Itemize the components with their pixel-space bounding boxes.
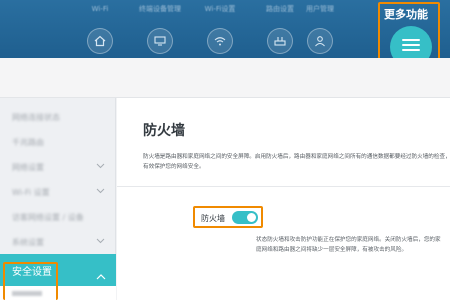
nav-item-home[interactable]: Wi-Fi <box>70 2 130 58</box>
sidebar-item-label: 系统设置 <box>12 238 44 247</box>
sidebar: 网络连接状态 千兆路由 网络设置 Wi-Fi 设置 访客网络设置 / 设备 系统… <box>0 98 116 300</box>
sidebar-item-system-settings[interactable]: 系统设置 <box>0 231 115 254</box>
sidebar-item-label: 网络连接状态 <box>12 113 60 122</box>
user-icon <box>307 28 333 54</box>
sidebar-item-guest-network[interactable]: 访客网络设置 / 设备 <box>0 206 115 229</box>
divider <box>117 186 450 187</box>
sidebar-item-label: 安全设置 <box>12 266 52 278</box>
sidebar-item-network-status[interactable]: 网络连接状态 <box>0 106 115 129</box>
firewall-toggle[interactable] <box>232 211 258 224</box>
firewall-description: 防火墙是路由器和家庭网络之间的安全屏障。启用防火墙后，路由器和家庭网络之间所有的… <box>143 154 450 170</box>
sidebar-subitem-label <box>12 291 42 296</box>
sidebar-item-label: 千兆路由 <box>12 138 44 147</box>
more-functions-label: 更多功能 <box>384 8 428 21</box>
chevron-down-icon <box>96 187 105 196</box>
nav-label: Wi-Fi <box>91 5 109 13</box>
sidebar-item-wifi-settings[interactable]: Wi-Fi 设置 <box>0 181 115 204</box>
sidebar-item-label: 访客网络设置 / 设备 <box>12 213 84 222</box>
nav-label: 终端设备管理 <box>139 5 181 13</box>
sidebar-item-network-settings[interactable]: 网络设置 <box>0 156 115 179</box>
sub-header-band <box>0 58 450 98</box>
main-panel: 防火墙 防火墙是路由器和家庭网络之间的安全屏障。启用防火墙后，路由器和家庭网络之… <box>117 98 450 300</box>
chevron-down-icon <box>96 237 105 246</box>
chevron-up-icon <box>96 265 106 284</box>
nav-item-user[interactable]: 用户管理 <box>290 2 350 58</box>
nav-label: Wi-Fi设置 <box>204 5 236 13</box>
chevron-down-icon <box>96 162 105 171</box>
firewall-toggle-highlight: 防火墙 <box>193 206 263 228</box>
devices-icon <box>147 28 173 54</box>
nav-label: 用户管理 <box>306 5 334 13</box>
sidebar-subitem[interactable] <box>0 286 116 300</box>
firewall-toggle-label: 防火墙 <box>201 214 225 223</box>
sidebar-item-gigabit[interactable]: 千兆路由 <box>0 131 115 154</box>
wifi-icon <box>207 28 233 54</box>
nav-item-wifi[interactable]: Wi-Fi设置 <box>190 2 250 58</box>
page-title: 防火墙 <box>143 123 185 139</box>
nav-item-devices[interactable]: 终端设备管理 <box>130 2 190 58</box>
firewall-status-text: 状态防火墙和攻击防护功能正在保护您的家庭网络。关闭防火墙后，您的家庭网络和路由器… <box>256 237 441 253</box>
sidebar-item-security-settings[interactable]: 安全设置 <box>0 254 116 286</box>
home-icon <box>87 28 113 54</box>
hamburger-menu-icon <box>401 37 421 57</box>
toggle-knob <box>247 213 256 222</box>
sidebar-item-label: 网络设置 <box>12 163 44 172</box>
sidebar-item-label: Wi-Fi 设置 <box>12 188 50 197</box>
